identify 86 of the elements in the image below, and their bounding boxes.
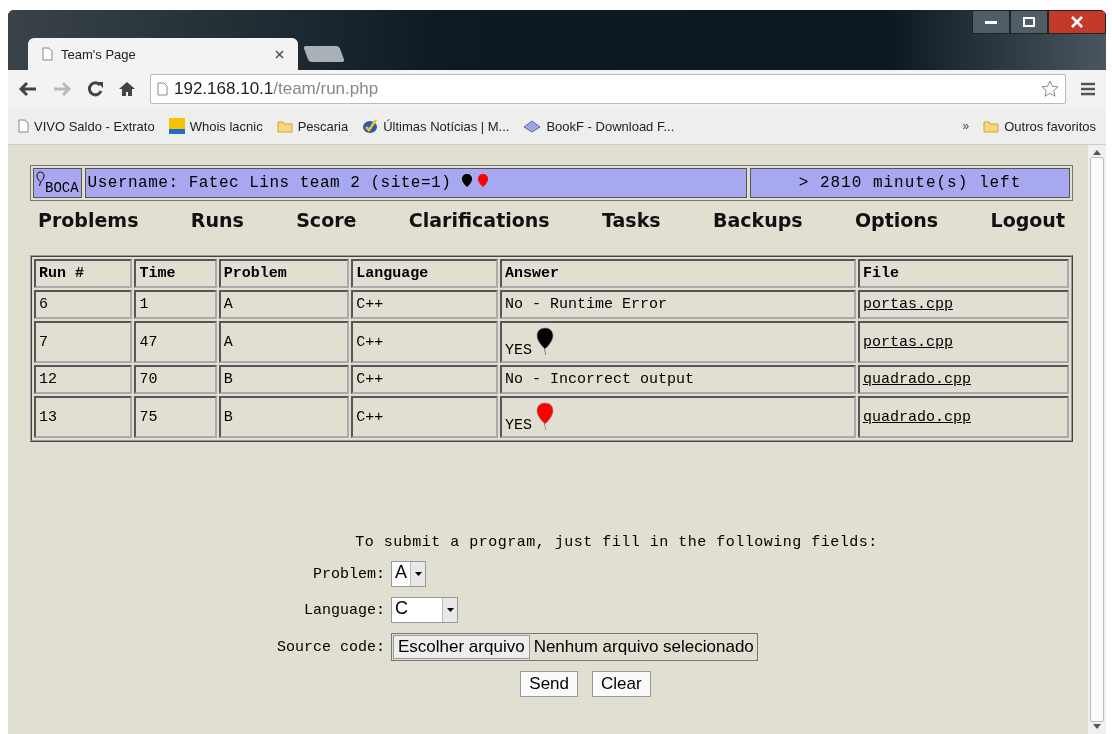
browser-tab[interactable]: Team's Page <box>28 38 298 70</box>
column-header: Problem <box>218 259 350 288</box>
file-link[interactable]: portas.cpp <box>857 321 1069 363</box>
problem-dropdown[interactable]: A <box>391 561 426 587</box>
table-cell: No - Runtime Error <box>499 290 856 319</box>
column-header: Language <box>351 259 498 288</box>
field-label: Language: <box>303 601 385 619</box>
table-cell: C++ <box>351 396 498 438</box>
maximize-icon <box>1022 16 1036 28</box>
nav-link[interactable]: Tasks <box>602 209 661 231</box>
close-icon[interactable] <box>275 49 284 59</box>
bookmark[interactable]: Pescaria <box>276 118 349 134</box>
close-icon <box>1070 16 1084 28</box>
address-bar[interactable]: 192.168.10.1/team/run.php <box>150 74 1066 104</box>
page-icon <box>157 82 168 96</box>
table-cell: YES <box>499 396 856 438</box>
table-cell: 13 <box>34 396 133 438</box>
column-header: Run # <box>34 259 133 288</box>
maximize-button[interactable] <box>1010 10 1048 34</box>
table-cell: B <box>218 396 350 438</box>
column-header: Answer <box>499 259 856 288</box>
nav-link[interactable]: Runs <box>190 209 244 231</box>
clear-button[interactable]: Clear <box>592 671 651 697</box>
nav-link[interactable]: Logout <box>990 209 1065 231</box>
field-label: Source code: <box>275 638 385 656</box>
file-link[interactable]: portas.cpp <box>857 290 1069 319</box>
table-cell: 7 <box>34 321 133 363</box>
nav-link[interactable]: Options <box>854 209 939 231</box>
send-button[interactable]: Send <box>520 671 579 697</box>
instruction-text: To submit a program, just fill in the following fields: <box>355 534 878 551</box>
close-button[interactable] <box>1048 10 1106 34</box>
bookmark[interactable]: Whois lacnic <box>168 118 263 134</box>
table-cell: YES <box>499 321 856 363</box>
table-cell: 1 <box>134 290 217 319</box>
file-status-text: Nenhum arquivo selecionado <box>533 637 755 657</box>
back-icon[interactable] <box>18 81 38 97</box>
bookmark[interactable]: BookF - Download F... <box>523 118 675 134</box>
folder-icon <box>983 119 1000 133</box>
table-cell: 47 <box>134 321 217 363</box>
page-icon <box>42 47 53 61</box>
menu-icon[interactable] <box>1080 82 1096 96</box>
checkmark-icon <box>362 118 379 134</box>
caret-icon <box>446 608 454 612</box>
more-bookmarks-button[interactable]: » <box>962 119 970 133</box>
home-icon[interactable] <box>118 80 136 98</box>
table-cell: 12 <box>34 365 133 394</box>
table-cell: 6 <box>34 290 133 319</box>
table-cell: C++ <box>351 365 498 394</box>
scroll-up-icon[interactable] <box>1093 150 1101 155</box>
language-dropdown[interactable]: C <box>391 597 458 623</box>
nav-link[interactable]: Backups <box>712 209 803 231</box>
table-cell: B <box>218 365 350 394</box>
new-tab-button[interactable] <box>303 46 345 62</box>
table-cell: C++ <box>351 321 498 363</box>
column-header: Time <box>134 259 217 288</box>
page-icon <box>18 119 29 133</box>
minimize-icon <box>984 19 998 25</box>
caret-icon <box>414 572 422 576</box>
file-link[interactable]: quadrado.cpp <box>857 396 1069 438</box>
balloon-icon <box>36 171 45 187</box>
nav-link[interactable]: Clarifications <box>408 209 550 231</box>
other-bookmarks-folder[interactable]: Outros favoritos <box>983 118 1096 134</box>
reload-icon[interactable] <box>86 80 104 98</box>
nav-link[interactable]: Score <box>296 209 357 231</box>
star-icon[interactable] <box>1041 80 1059 98</box>
table-cell: A <box>218 290 350 319</box>
time-left-text: > 2810 minute(s) left <box>750 168 1070 198</box>
scrollbar[interactable] <box>1087 145 1106 734</box>
table-cell: A <box>218 321 350 363</box>
choose-file-button[interactable]: Escolher arquivo <box>393 635 530 659</box>
nav-link[interactable]: Problems <box>38 209 139 231</box>
file-link[interactable]: quadrado.cpp <box>857 365 1069 394</box>
scroll-down-icon[interactable] <box>1093 724 1101 729</box>
column-header: File <box>857 259 1069 288</box>
table-cell: No - Incorrect output <box>499 365 856 394</box>
boca-logo: BOCA <box>33 168 82 198</box>
folder-icon <box>276 119 293 133</box>
minimize-button[interactable] <box>972 10 1010 34</box>
username-text: Username: Fatec Lins team 2 (site=1) <box>87 174 452 192</box>
bookmark[interactable]: Últimas Notícias | M... <box>362 118 510 134</box>
bookmark[interactable]: VIVO Saldo - Extrato <box>18 118 155 134</box>
field-label: Problem: <box>312 565 385 583</box>
square-logo-icon <box>168 118 185 134</box>
table-cell: 75 <box>134 396 217 438</box>
table-cell: 70 <box>134 365 217 394</box>
table-cell: C++ <box>351 290 498 319</box>
